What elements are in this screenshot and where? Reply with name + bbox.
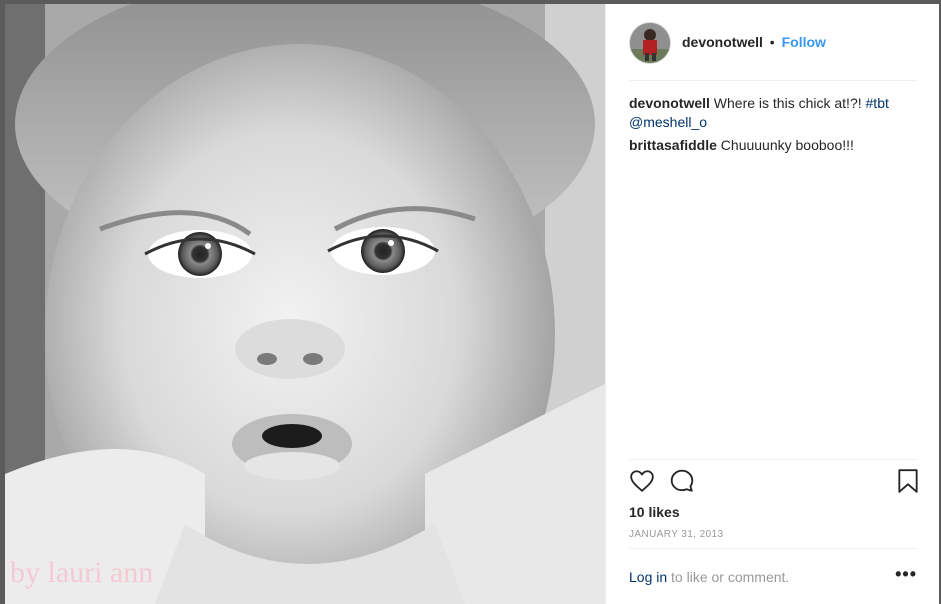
- heart-icon[interactable]: [629, 468, 657, 496]
- header-text: devonotwell • Follow: [682, 34, 826, 50]
- comment-text: Where is this chick at!?!: [713, 95, 862, 111]
- bookmark-icon[interactable]: [895, 468, 923, 496]
- avatar-image: [630, 23, 670, 63]
- comment-bubble-icon[interactable]: [669, 468, 697, 496]
- divider: [629, 548, 917, 549]
- follow-button[interactable]: Follow: [782, 34, 826, 50]
- comments-list: devonotwell Where is this chick at!?! #t…: [629, 94, 919, 159]
- divider: [629, 459, 917, 460]
- more-options-icon[interactable]: •••: [895, 564, 917, 585]
- photo-watermark: by lauri ann: [10, 556, 153, 589]
- action-bar: [629, 468, 919, 498]
- avatar[interactable]: [629, 22, 671, 64]
- login-prompt-text: to like or comment.: [671, 569, 790, 585]
- username-link[interactable]: devonotwell: [682, 34, 763, 50]
- baby-photo-image: by lauri ann: [5, 4, 605, 604]
- header-separator: •: [769, 34, 775, 50]
- comment-item: brittasafiddle Chuuuunky booboo!!!: [629, 136, 919, 155]
- comment-item: devonotwell Where is this chick at!?! #t…: [629, 94, 919, 132]
- post-header: devonotwell • Follow: [606, 4, 939, 80]
- divider: [629, 80, 917, 81]
- post-date[interactable]: JANUARY 31, 2013: [629, 529, 723, 540]
- hashtag-link[interactable]: #tbt: [866, 95, 889, 111]
- comment-username[interactable]: devonotwell: [629, 95, 710, 111]
- login-prompt: Log in to like or comment.: [629, 569, 789, 585]
- post-photo[interactable]: by lauri ann: [5, 4, 605, 604]
- comment-text: Chuuuunky booboo!!!: [720, 137, 854, 153]
- login-link[interactable]: Log in: [629, 569, 667, 585]
- post-details-panel: devonotwell • Follow devonotwell Where i…: [605, 4, 939, 604]
- mention-link[interactable]: @meshell_o: [629, 114, 707, 130]
- comment-username[interactable]: brittasafiddle: [629, 137, 717, 153]
- post-window: by lauri ann devonotwell • Follow devono…: [0, 0, 941, 604]
- likes-count[interactable]: 10 likes: [629, 504, 680, 520]
